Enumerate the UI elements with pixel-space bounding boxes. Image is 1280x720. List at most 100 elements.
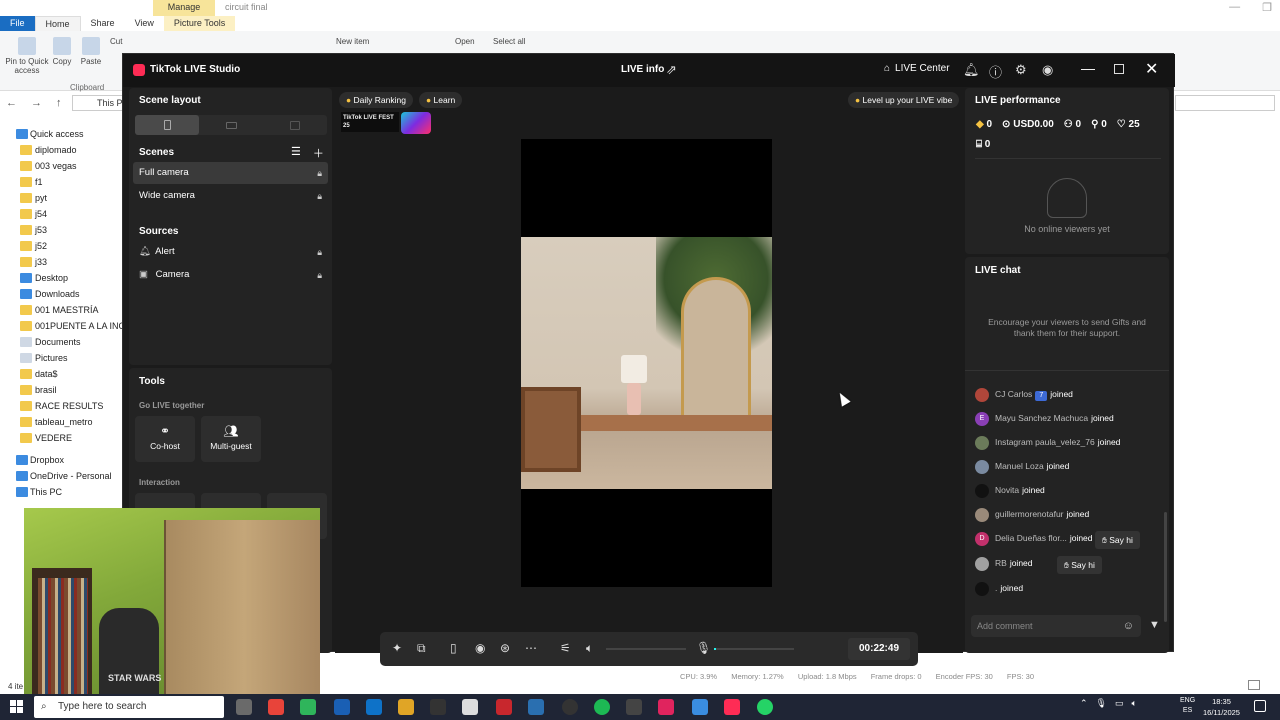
windows-start-icon[interactable] (10, 700, 23, 713)
notifications-icon[interactable] (1254, 700, 1266, 712)
clock-icon[interactable] (562, 699, 578, 715)
avatar[interactable] (975, 556, 989, 571)
nav-item[interactable]: data$ (0, 366, 125, 382)
record-icon[interactable]: ◉ (475, 641, 485, 655)
nav-item[interactable]: j52 (0, 238, 125, 254)
more-icon[interactable]: ⋯ (525, 641, 537, 655)
replay-icon[interactable]: ⊛ (500, 641, 510, 655)
daily-ranking-button[interactable]: ● Daily Ranking (339, 92, 413, 108)
explorer-search-box[interactable] (1175, 95, 1275, 111)
live-center-button[interactable]: ⌂ LIVE Center (884, 63, 950, 74)
select-all-button[interactable]: Select all (493, 37, 525, 46)
open-button[interactable]: Open (455, 37, 475, 46)
bell-icon[interactable]: 🔔︎ (963, 62, 980, 78)
app-icon[interactable] (658, 699, 674, 715)
tab-picture-tools[interactable]: Picture Tools (163, 16, 236, 31)
spotify-icon[interactable] (594, 699, 610, 715)
microphone-icon[interactable]: 🎙︎ (696, 641, 711, 655)
nav-item[interactable]: 001 MAESTRÍA (0, 302, 125, 318)
tool-icon[interactable] (528, 699, 544, 715)
filter-icon[interactable]: ▼ (1149, 619, 1160, 631)
chevron-up-icon[interactable]: ⌃ (1080, 698, 1088, 709)
minimize-icon[interactable]: — (1081, 60, 1095, 76)
layout-landscape-button[interactable] (199, 115, 263, 135)
paste-button[interactable]: Paste (80, 37, 102, 66)
avatar[interactable] (975, 435, 989, 450)
tab-file[interactable]: File (0, 16, 35, 31)
magic-wand-icon[interactable]: ✦ (392, 641, 402, 655)
chat-username[interactable]: RB (995, 558, 1007, 568)
outlook-icon[interactable] (366, 699, 382, 715)
mic-slider[interactable] (714, 648, 794, 650)
nav-item[interactable]: brasil (0, 382, 125, 398)
add-comment-input[interactable]: Add comment ☺ (971, 615, 1141, 637)
file-explorer-icon[interactable] (398, 699, 414, 715)
say-hi-button[interactable]: ✋︎ Say hi (1057, 556, 1102, 574)
chat-username[interactable]: . (995, 583, 997, 593)
chrome-icon[interactable] (300, 699, 316, 715)
network-icon[interactable]: ▭ (1115, 698, 1124, 709)
forward-arrow-icon[interactable]: → (31, 97, 42, 109)
pin-quick-access-button[interactable]: Pin to Quick access (4, 37, 50, 75)
new-item-button[interactable]: New item (336, 37, 369, 46)
avatar[interactable] (975, 483, 989, 498)
gear-icon[interactable]: ⚙ (1015, 62, 1027, 78)
avatar[interactable] (975, 507, 989, 522)
acrobat-icon[interactable] (496, 699, 512, 715)
minimize-icon[interactable]: — (1229, 1, 1240, 14)
phone-icon[interactable]: ▯ (450, 641, 457, 655)
nav-item[interactable]: Documents (0, 334, 125, 350)
nav-item[interactable]: Desktop (0, 270, 125, 286)
nav-item[interactable]: pyt (0, 190, 125, 206)
add-scene-icon[interactable]: ＋ (313, 145, 324, 161)
multiguest-button[interactable]: 👥︎ Multi-guest (201, 416, 261, 462)
maximize-icon[interactable] (1114, 64, 1124, 74)
chat-username[interactable]: Delia Dueñas flor... (995, 533, 1067, 543)
scene-item-full-camera[interactable]: Full camera 🔒︎ (133, 162, 328, 184)
nav-item[interactable]: RACE RESULTS (0, 398, 125, 414)
avatar[interactable]: E (975, 411, 989, 426)
adjust-icon[interactable]: ⚟ (560, 641, 571, 655)
chat-username[interactable]: CJ Carlos (995, 389, 1032, 399)
up-arrow-icon[interactable]: ↑ (56, 97, 62, 109)
lock-icon[interactable]: 🔒︎ (317, 241, 322, 263)
live-info-button[interactable]: LIVE info (621, 64, 664, 75)
copy-button[interactable]: Copy (52, 37, 72, 66)
layout-portrait-button[interactable] (135, 115, 199, 135)
tab-view[interactable]: View (125, 16, 164, 31)
source-item-camera[interactable]: ▣ Camera 🔒︎ (133, 264, 328, 286)
lock-icon[interactable]: 🔒︎ (317, 185, 322, 207)
nav-item[interactable]: Downloads (0, 286, 125, 302)
brave-icon[interactable] (268, 699, 284, 715)
lock-icon[interactable]: 🔒︎ (317, 162, 322, 184)
cut-button[interactable]: Cut (110, 37, 122, 46)
avatar[interactable] (975, 581, 989, 596)
nav-item[interactable]: OneDrive - Personal (0, 468, 125, 484)
volume-slider[interactable] (606, 648, 686, 650)
taskbar-clock[interactable]: 18:35 16/11/2025 (1203, 696, 1240, 718)
snipping-tool-icon[interactable] (462, 699, 478, 715)
nav-item[interactable]: diplomado (0, 142, 125, 158)
avatar[interactable]: D (975, 531, 989, 546)
nav-item[interactable]: f1 (0, 174, 125, 190)
nav-item[interactable]: VEDERE (0, 430, 125, 446)
nav-item[interactable]: Pictures (0, 350, 125, 366)
chat-username[interactable]: guillermorenotafur (995, 509, 1064, 519)
app-icon[interactable] (626, 699, 642, 715)
notion-icon[interactable] (430, 699, 446, 715)
nav-item[interactable]: j53 (0, 222, 125, 238)
live-fest-banner[interactable]: TikTok LIVE FEST 25 (341, 112, 433, 134)
nav-item[interactable]: 003 vegas (0, 158, 125, 174)
chat-username[interactable]: Instagram paula_velez_76 (995, 437, 1095, 447)
chat-username[interactable]: Manuel Loza (995, 461, 1044, 471)
chat-username[interactable]: Novita (995, 485, 1019, 495)
nav-item[interactable]: j33 (0, 254, 125, 270)
scene-item-wide-camera[interactable]: Wide camera 🔒︎ (133, 185, 328, 207)
photos-icon[interactable] (692, 699, 708, 715)
level-up-button[interactable]: ● Level up your LIVE vibe (848, 92, 960, 108)
source-item-alert[interactable]: 🔔︎ Alert 🔒︎ (133, 241, 328, 263)
layout-dual-button[interactable] (263, 115, 327, 135)
close-icon[interactable]: ✕ (1145, 59, 1158, 79)
nav-item[interactable]: 001PUENTE A LA INGENIE (0, 318, 125, 334)
details-view-icon[interactable] (1248, 680, 1260, 690)
